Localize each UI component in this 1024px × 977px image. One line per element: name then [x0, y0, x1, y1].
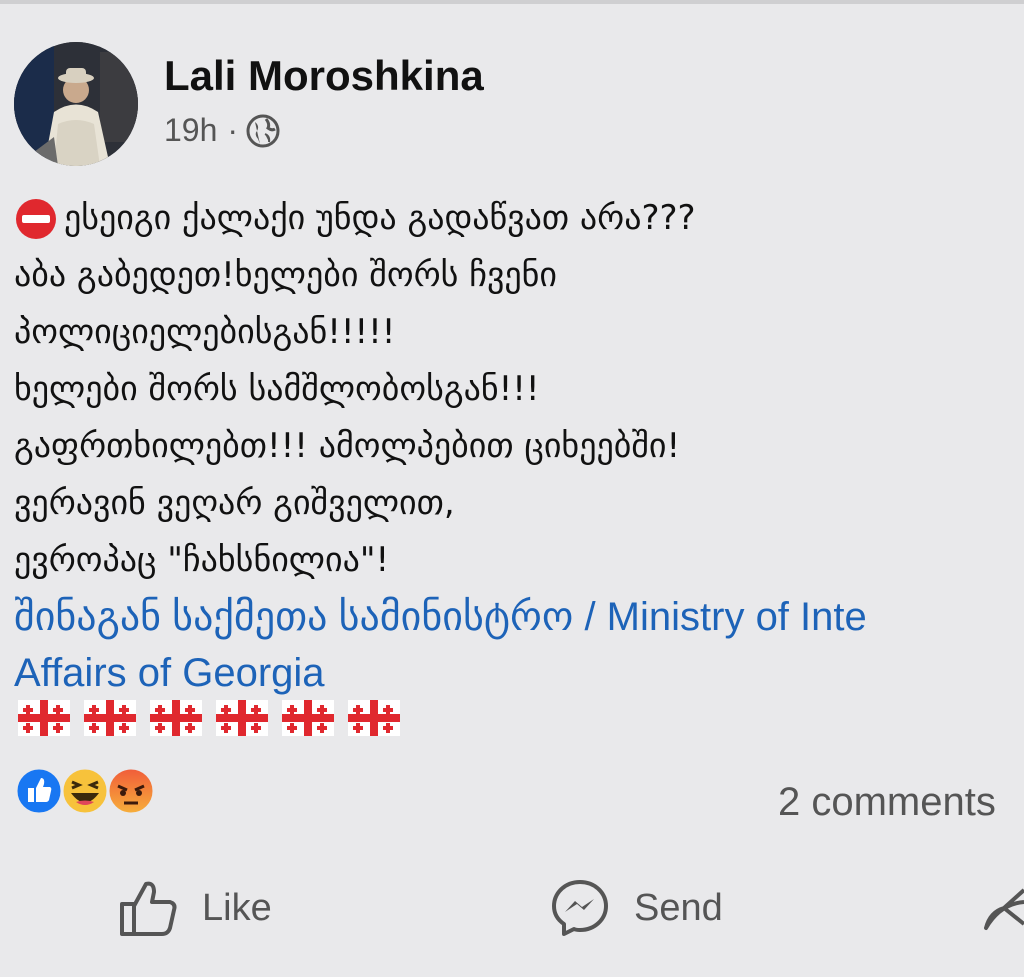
thumbs-up-icon [120, 881, 177, 936]
send-button[interactable]: Send [550, 878, 723, 938]
mention-line-1[interactable]: შინაგან საქმეთა სამინისტრო / Ministry of… [14, 595, 867, 639]
author-name[interactable]: Lali Moroshkina [164, 52, 484, 100]
post-line-5: გაფრთხილებთ!!! ამოლპებით ციხეებში! [14, 418, 1014, 475]
comments-count[interactable]: 2 comments [778, 780, 996, 825]
avatar-photo [14, 42, 138, 166]
post-text-line: ესეიგი ქალაქი უნდა გადაწვათ არა??? [64, 198, 696, 238]
haha-reaction-icon [60, 766, 110, 816]
post-line-4: ხელები შორს სამშლობოსგან!!! [14, 361, 1014, 418]
top-border [0, 0, 1024, 4]
post-text-line: ვერავინ ვეღარ გიშველით, [14, 483, 455, 523]
globe-icon [246, 114, 280, 147]
angry-reaction-icon [106, 766, 156, 816]
author-avatar[interactable] [14, 42, 138, 166]
post-line-7: ევროპაც "ჩახსნილია"! [14, 532, 1014, 589]
send-label: Send [634, 886, 723, 929]
georgia-flag-icon [216, 700, 268, 736]
post-text-line: გაფრთხილებთ!!! ამოლპებით ციხეებში! [14, 426, 681, 466]
meta-separator: · [227, 112, 239, 148]
messenger-icon [552, 880, 608, 936]
like-label: Like [202, 886, 272, 929]
post-line-1: ესეიგი ქალაქი უნდა გადაწვათ არა??? [14, 190, 1014, 247]
georgia-flag-icon [84, 700, 136, 736]
post-time[interactable]: 19h [164, 112, 217, 149]
post-line-6: ვერავინ ვეღარ გიშველით, [14, 475, 1014, 532]
post-text-line: პოლიციელებისგან!!!!! [14, 312, 396, 352]
mention-line-2[interactable]: Affairs of Georgia [14, 651, 325, 695]
georgia-flag-icon [150, 700, 202, 736]
post-line-3: პოლიციელებისგან!!!!! [14, 304, 1014, 361]
share-icon [984, 888, 1024, 930]
post-text-line: ხელები შორს სამშლობოსგან!!! [14, 369, 540, 409]
georgia-flag-icon [282, 700, 334, 736]
post-text-line: ევროპაც "ჩახსნილია"! [14, 540, 390, 580]
post-meta: 19h · [164, 112, 280, 149]
post-body: ესეიგი ქალაქი უნდა გადაწვათ არა??? აბა გ… [14, 190, 1014, 701]
like-reaction-icon [14, 766, 64, 816]
no-entry-icon [16, 198, 56, 239]
reaction-summary[interactable] [14, 766, 156, 816]
georgia-flag-icon [348, 700, 400, 736]
post-text-line: აბა გაბედეთ!ხელები შორს ჩვენი [14, 255, 558, 295]
like-button[interactable]: Like [118, 878, 272, 938]
share-button[interactable] [982, 878, 1024, 938]
flag-emoji-row [18, 700, 400, 736]
georgia-flag-icon [18, 700, 70, 736]
page-mention-link[interactable]: შინაგან საქმეთა სამინისტრო / Ministry of… [14, 589, 1024, 645]
post-line-2: აბა გაბედეთ!ხელები შორს ჩვენი [14, 247, 1014, 304]
page-mention-link-continued[interactable]: Affairs of Georgia [14, 645, 1014, 701]
